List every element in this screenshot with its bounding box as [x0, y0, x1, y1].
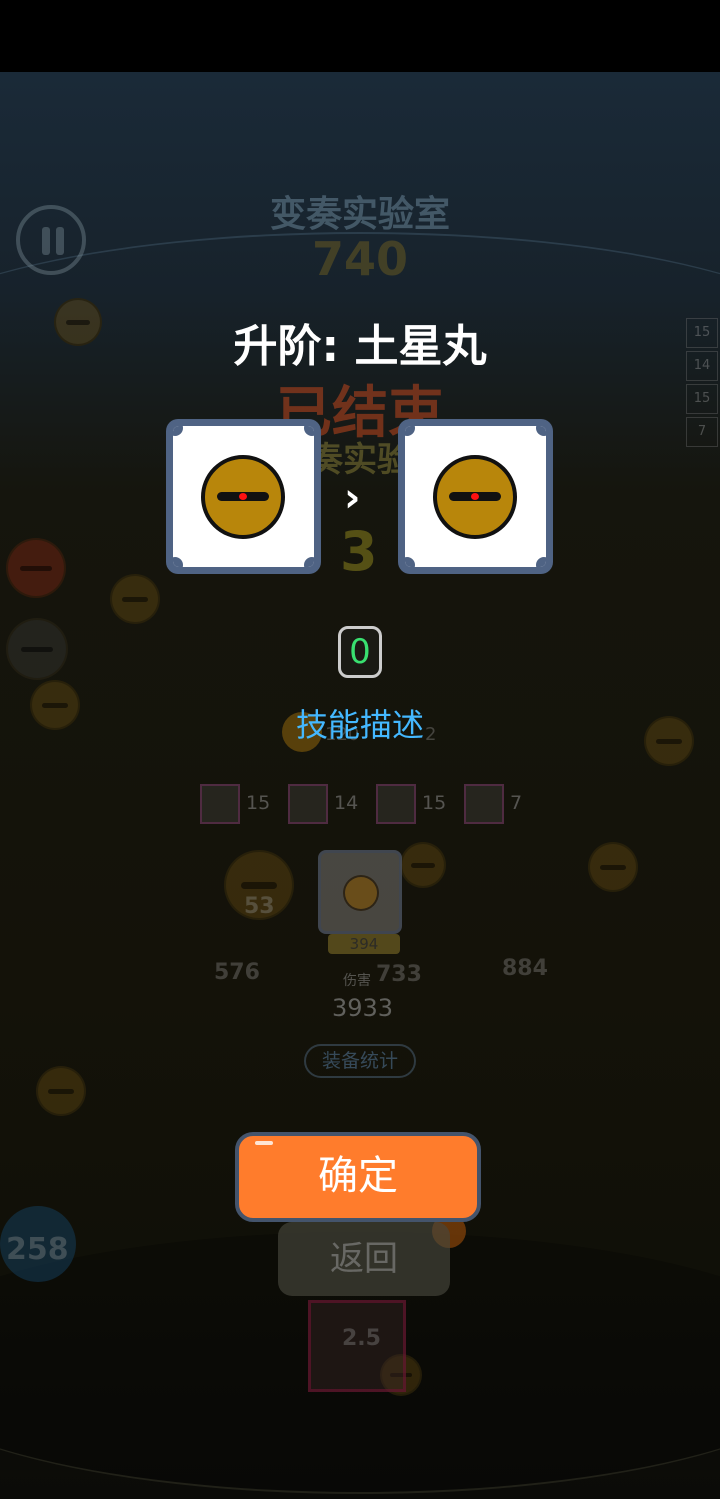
equipment-count: 15 [246, 792, 271, 814]
hero-card [318, 850, 402, 934]
level-subtitle: 变奏实验室 [275, 440, 445, 480]
saturn-ball-icon [201, 455, 285, 539]
status-bar [0, 0, 720, 72]
right-tag: 7 [686, 417, 718, 447]
upgrade-count: 0 [338, 626, 382, 678]
back-button[interactable]: 返回 [278, 1222, 450, 1296]
ball-hp: 733 [376, 962, 422, 987]
confirm-button[interactable]: 确定 [235, 1132, 481, 1222]
damage-label: 伤害 [343, 973, 371, 989]
round-number: 3 [340, 520, 378, 583]
equipment-slot [200, 784, 240, 824]
right-tag: 15 [686, 384, 718, 414]
equipment-stats-button[interactable]: 装备统计 [304, 1044, 416, 1078]
enemy-ball [6, 538, 66, 598]
current-skill-card [166, 419, 321, 574]
enemy-ball [110, 574, 160, 624]
ball-hp: 884 [502, 956, 548, 981]
hero-level: 394 [328, 934, 400, 954]
upgrade-title: 升阶: 土星丸 [233, 321, 487, 372]
upgrade-arrow-icon: › [344, 475, 361, 521]
skill-description-link[interactable]: 技能描述 [0, 700, 720, 746]
enemy-ball [588, 842, 638, 892]
saturn-ball-icon [433, 455, 517, 539]
ball-hp: 53 [244, 894, 275, 919]
equipment-count: 15 [422, 792, 447, 814]
equipment-slot [288, 784, 328, 824]
confirm-label: 确定 [318, 1153, 398, 1199]
water-value: 258 [6, 1232, 69, 1267]
hero-face-icon [343, 875, 379, 911]
ball-hp: 576 [214, 960, 260, 985]
equipment-slot [464, 784, 504, 824]
enemy-ball [36, 1066, 86, 1116]
enemy-ball [6, 618, 68, 680]
equipment-slot [376, 784, 416, 824]
equipment-count: 7 [510, 792, 523, 814]
button-shine [255, 1141, 273, 1145]
bottom-value: 2.5 [342, 1326, 381, 1351]
equipment-count: 14 [334, 792, 359, 814]
score-display: 740 [311, 232, 409, 286]
enemy-ball [400, 842, 446, 888]
level-title: 变奏实验室 [269, 194, 450, 235]
damage-value: 3933 [332, 994, 394, 1022]
upgraded-skill-card [398, 419, 553, 574]
